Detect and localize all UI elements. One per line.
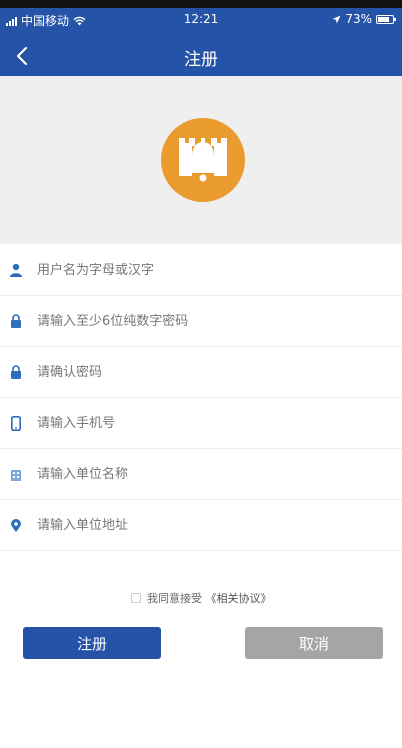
company-address-row[interactable] [0, 500, 402, 551]
hero-banner [0, 76, 402, 244]
status-bar-right: 73% [332, 12, 396, 26]
battery-icon [376, 14, 396, 24]
phone-row[interactable] [0, 398, 402, 449]
castle-bell-logo [161, 118, 245, 202]
agreement-text: 我同意接受 [147, 592, 202, 605]
agreement-checkbox[interactable] [130, 593, 141, 603]
lock-icon [8, 313, 24, 329]
username-input[interactable] [37, 262, 377, 278]
password-row[interactable] [0, 296, 402, 347]
company-name-input[interactable] [37, 466, 377, 482]
company-name-row[interactable] [0, 449, 402, 500]
agreement-line: 我同意接受 《相关协议》 [0, 590, 402, 606]
lock-icon [8, 364, 24, 380]
cancel-button[interactable]: 取消 [245, 627, 383, 659]
agreement-link[interactable]: 《相关协议》 [206, 592, 272, 605]
location-pin-icon [8, 517, 24, 533]
user-icon [8, 262, 24, 278]
status-bar-top-strip [0, 0, 402, 8]
nav-bar: 注册 [0, 36, 402, 76]
confirm-password-input[interactable] [37, 364, 377, 380]
confirm-password-row[interactable] [0, 347, 402, 398]
location-arrow-icon [332, 15, 341, 23]
register-button[interactable]: 注册 [23, 627, 161, 659]
battery-percent: 73% [345, 12, 372, 26]
registration-form [0, 245, 402, 551]
company-address-input[interactable] [37, 517, 377, 533]
password-input[interactable] [37, 313, 377, 329]
page-title: 注册 [184, 50, 218, 70]
phone-icon [8, 415, 24, 431]
phone-input[interactable] [37, 415, 377, 431]
building-icon [8, 466, 24, 482]
username-row[interactable] [0, 245, 402, 296]
status-bar: 中国移动 12:21 73% [0, 0, 402, 36]
